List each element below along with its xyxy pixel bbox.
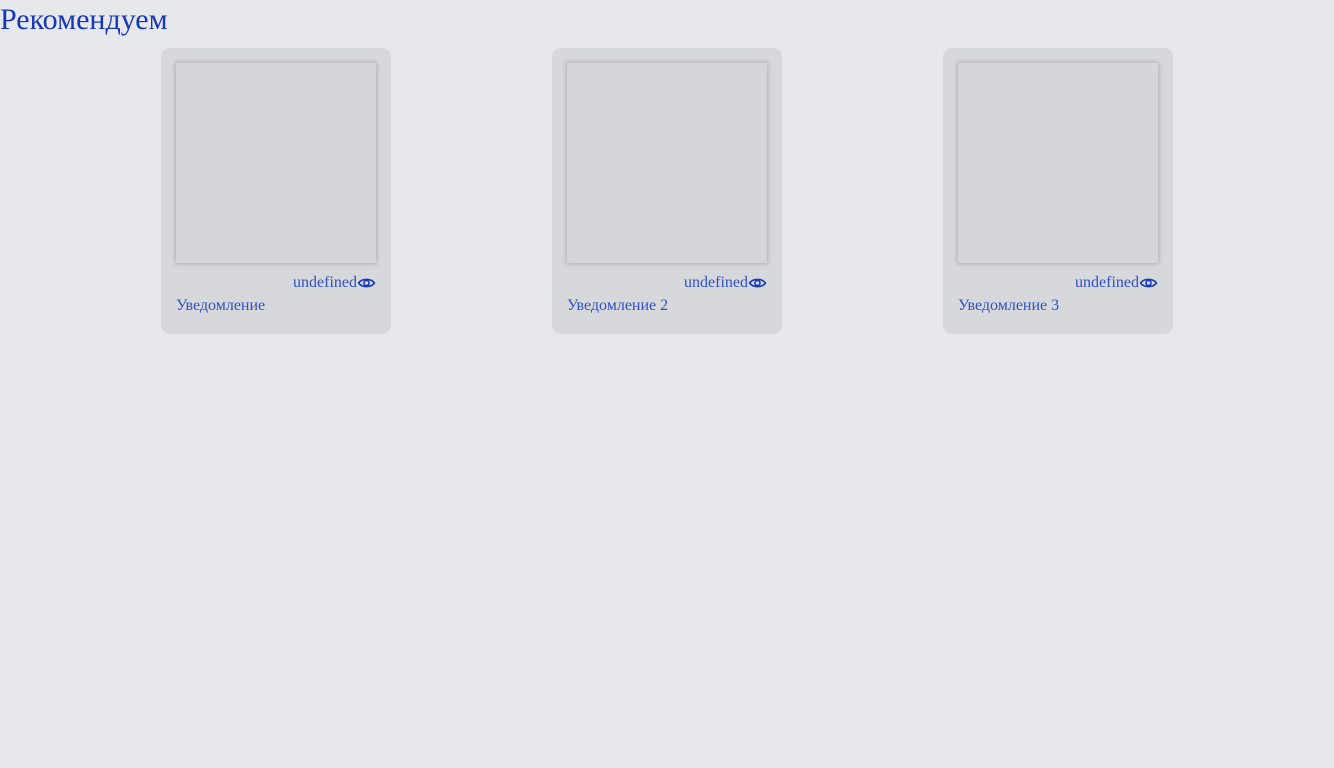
- recommendation-list: undefined Уведомление undefined Уведомле…: [0, 48, 1334, 334]
- card-title[interactable]: Уведомление 2: [567, 296, 767, 316]
- eye-icon: [1139, 276, 1158, 290]
- card-thumbnail[interactable]: [567, 63, 767, 263]
- card-title[interactable]: Уведомление: [176, 296, 376, 316]
- eye-icon: [357, 276, 376, 290]
- recommendation-card[interactable]: undefined Уведомление 2: [552, 48, 782, 334]
- view-count-value: undefined: [684, 274, 748, 291]
- view-count-value: undefined: [293, 274, 357, 291]
- page-title: Рекомендуем: [0, 3, 168, 36]
- view-count-value: undefined: [1075, 274, 1139, 291]
- view-count: undefined: [958, 272, 1158, 294]
- view-count: undefined: [567, 272, 767, 294]
- card-thumbnail[interactable]: [958, 63, 1158, 263]
- view-count: undefined: [176, 272, 376, 294]
- recommendation-card[interactable]: undefined Уведомление 3: [943, 48, 1173, 334]
- card-thumbnail[interactable]: [176, 63, 376, 263]
- eye-icon: [748, 276, 767, 290]
- card-title[interactable]: Уведомление 3: [958, 296, 1158, 316]
- recommendation-card[interactable]: undefined Уведомление: [161, 48, 391, 334]
